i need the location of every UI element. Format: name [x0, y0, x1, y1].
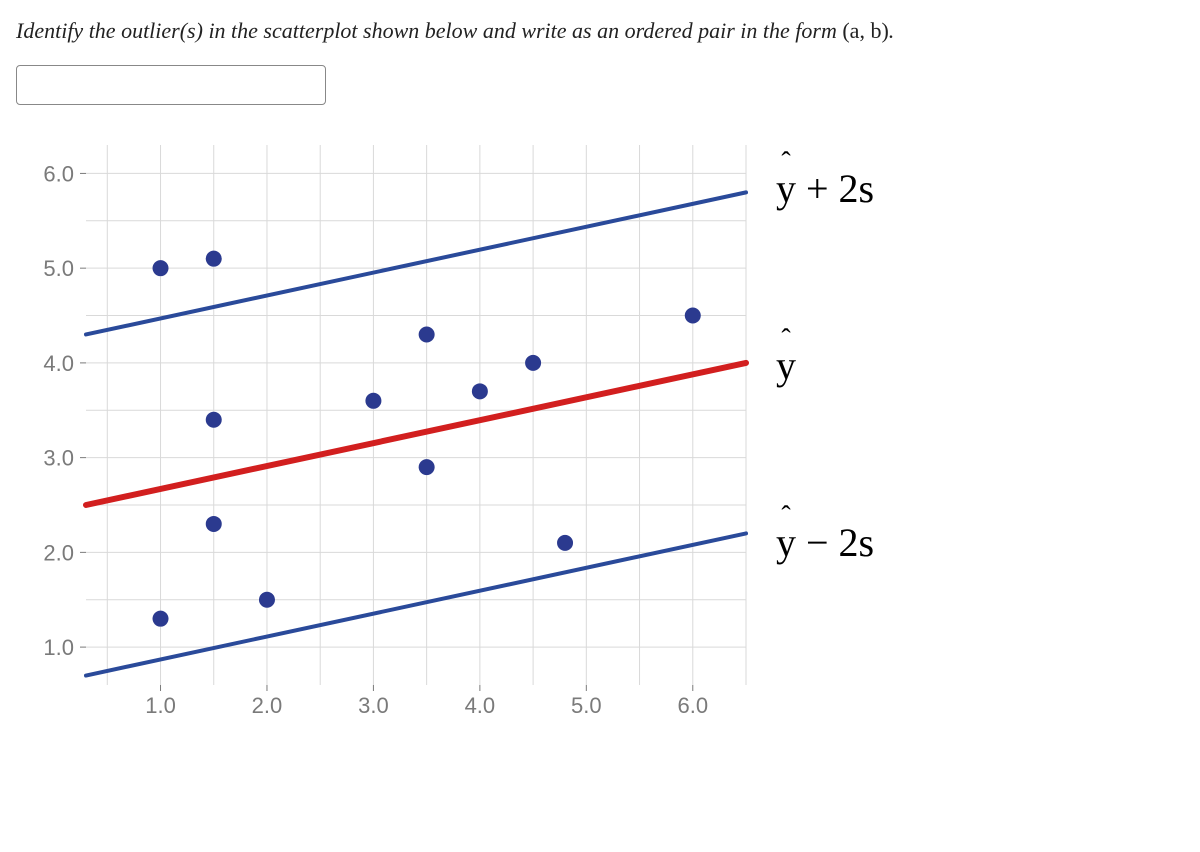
data-point — [685, 307, 701, 323]
y-tick-label: 1.0 — [43, 635, 74, 660]
x-tick-label: 1.0 — [145, 693, 176, 718]
data-point — [153, 260, 169, 276]
legend-mid: ˆy — [776, 342, 874, 389]
y-tick-label: 3.0 — [43, 445, 74, 470]
scatterplot: 1.0 2.0 3.0 4.0 5.0 6.0 1.0 2.0 3.0 4.0 5.0 6.0 — [16, 135, 756, 735]
data-point — [525, 355, 541, 371]
y-tick-label: 2.0 — [43, 540, 74, 565]
question-math: (a, b) — [842, 18, 888, 43]
x-tick-label: 5.0 — [571, 693, 602, 718]
data-point — [419, 326, 435, 342]
x-tick-label: 6.0 — [677, 693, 708, 718]
question-suffix: . — [889, 18, 895, 43]
data-point — [365, 393, 381, 409]
data-point — [259, 592, 275, 608]
legend: ˆy + 2s ˆy ˆy − 2s — [776, 135, 874, 566]
chart-row: 1.0 2.0 3.0 4.0 5.0 6.0 1.0 2.0 3.0 4.0 5.0 6.0 ˆy … — [16, 135, 1184, 735]
y-tick-label: 6.0 — [43, 161, 74, 186]
y-tick-label: 5.0 — [43, 256, 74, 281]
question-text: Identify the outlier(s) in the scatterpl… — [16, 16, 1184, 47]
data-point — [206, 516, 222, 532]
data-point — [206, 412, 222, 428]
x-tick-label: 4.0 — [465, 693, 496, 718]
answer-input[interactable] — [16, 65, 326, 105]
legend-upper: ˆy + 2s — [776, 165, 874, 212]
data-point — [419, 459, 435, 475]
data-point — [472, 383, 488, 399]
data-point — [153, 610, 169, 626]
legend-lower: ˆy − 2s — [776, 519, 874, 566]
x-tick-label: 3.0 — [358, 693, 389, 718]
x-tick-label: 2.0 — [252, 693, 283, 718]
data-point — [206, 250, 222, 266]
data-point — [557, 535, 573, 551]
question-prefix: Identify the outlier(s) in the scatterpl… — [16, 18, 842, 43]
y-tick-label: 4.0 — [43, 351, 74, 376]
